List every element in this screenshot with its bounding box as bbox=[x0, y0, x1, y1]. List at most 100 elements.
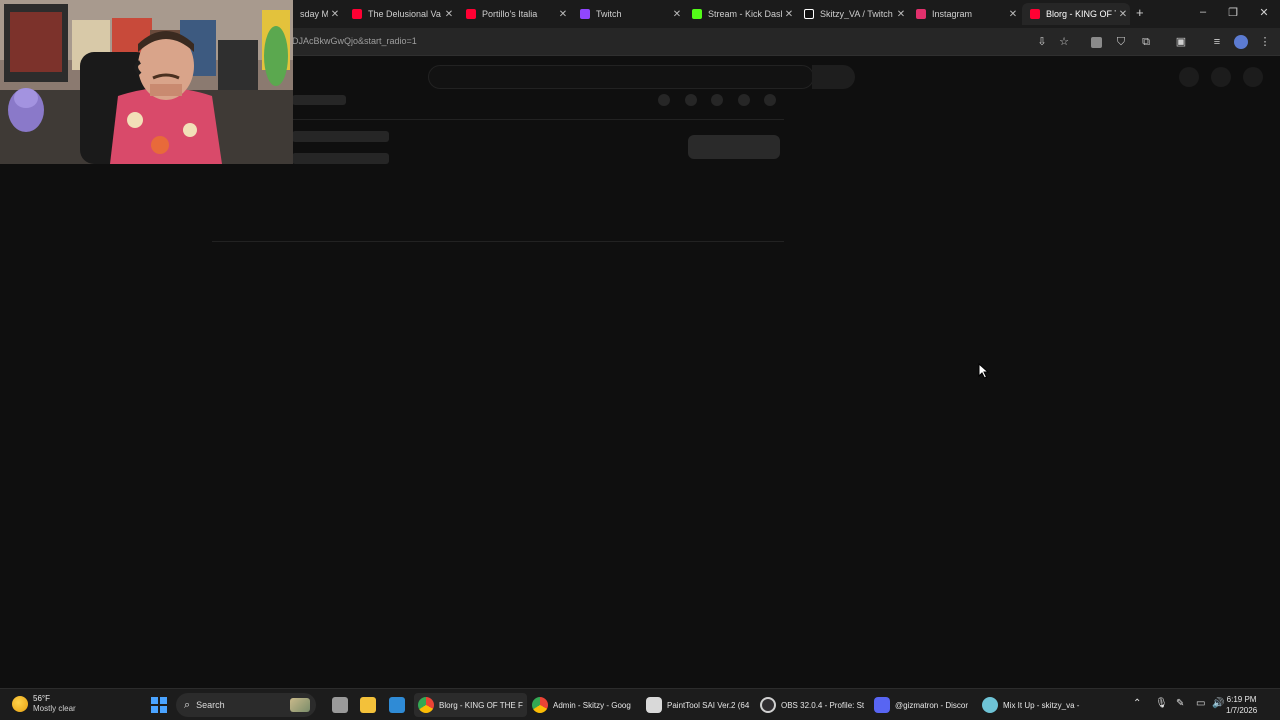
action-icon-placeholder bbox=[658, 94, 670, 106]
tab-5-title: Stream - Kick Dash bbox=[708, 9, 782, 19]
header-icon-placeholder bbox=[1211, 67, 1231, 87]
twitch-icon bbox=[580, 9, 590, 19]
extension-icon[interactable] bbox=[1091, 37, 1102, 48]
file-explorer-icon[interactable] bbox=[360, 697, 376, 713]
tab-6-title: Skitzy_VA / Twitch bbox=[820, 9, 893, 19]
search-highlight-image bbox=[290, 698, 310, 712]
profile-avatar-icon[interactable] bbox=[1234, 35, 1248, 49]
painttool-icon bbox=[646, 697, 662, 713]
minimize-button[interactable]: – bbox=[1193, 6, 1213, 18]
tab-8-active[interactable]: Blorg - KING OF T ✕ bbox=[1022, 3, 1130, 25]
tab-4-title: Twitch bbox=[596, 9, 622, 19]
action-icon-placeholder bbox=[738, 94, 750, 106]
weather-widget[interactable]: 56°F Mostly clear bbox=[12, 694, 76, 714]
tab-3-close-icon[interactable]: ✕ bbox=[556, 9, 570, 20]
taskbar-app-label: Blorg - KING OF THE F bbox=[439, 700, 523, 710]
taskbar-app-obs[interactable]: OBS 32.0.4 - Profile: St bbox=[756, 693, 868, 717]
start-button-windows-icon[interactable] bbox=[151, 697, 167, 713]
mixitup-icon bbox=[982, 697, 998, 713]
taskbar-app-discord[interactable]: @gizmatron - Discor bbox=[870, 693, 972, 717]
youtube-icon bbox=[352, 9, 362, 19]
taskbar-app-painttool[interactable]: PaintTool SAI Ver.2 (64 bbox=[642, 693, 753, 717]
microphone-icon[interactable]: 🎙 bbox=[1155, 698, 1168, 709]
tab-2[interactable]: The Delusional Va ✕ bbox=[344, 3, 456, 25]
header-icon-placeholder bbox=[1243, 67, 1263, 87]
tab-3-title: Portillo's Italia bbox=[482, 9, 538, 19]
tab-8-title: Blorg - KING OF T bbox=[1046, 9, 1116, 19]
system-clock[interactable]: 6:19 PM 1/7/2026 bbox=[1226, 694, 1257, 716]
taskbar-app-chrome-blorg[interactable]: Blorg - KING OF THE F bbox=[414, 693, 527, 717]
restore-button[interactable]: ❐ bbox=[1223, 6, 1243, 19]
tab-5-close-icon[interactable]: ✕ bbox=[782, 9, 796, 20]
taskbar-app-chrome-admin[interactable]: Admin - Skitzy - Goog bbox=[528, 693, 635, 717]
webcam-overlay bbox=[0, 0, 293, 164]
bookmark-star-icon[interactable]: ☆ bbox=[1057, 35, 1071, 49]
chrome-icon bbox=[418, 697, 434, 713]
close-window-button[interactable]: ✕ bbox=[1254, 6, 1274, 19]
shield-extension-icon[interactable]: ⛉ bbox=[1114, 35, 1128, 49]
tab-7-title: Instagram bbox=[932, 9, 973, 19]
taskbar-search[interactable]: ⌕ Search bbox=[176, 693, 316, 717]
search-button-placeholder bbox=[812, 65, 855, 89]
address-bar[interactable]: DJAcBkwGwQjo&start_radio=1 bbox=[292, 36, 417, 46]
action-icon-placeholder bbox=[685, 94, 697, 106]
search-box-placeholder bbox=[428, 65, 814, 89]
title-placeholder bbox=[292, 95, 346, 105]
show-hidden-icons-chevron-up-icon[interactable]: ⌃ bbox=[1133, 698, 1141, 709]
clock-time: 6:19 PM bbox=[1226, 695, 1257, 704]
tab-2-close-icon[interactable]: ✕ bbox=[442, 9, 456, 20]
taskbar-app-mixitup[interactable]: Mix It Up - skitzy_va - bbox=[978, 693, 1083, 717]
clock-date: 1/7/2026 bbox=[1226, 706, 1258, 715]
network-icon[interactable]: ▭ bbox=[1196, 698, 1205, 709]
tab-8-close-icon[interactable]: ✕ bbox=[1116, 9, 1130, 20]
instagram-icon bbox=[916, 9, 926, 19]
divider bbox=[292, 119, 784, 120]
subscribe-button-placeholder bbox=[688, 135, 780, 159]
media-controls-icon[interactable]: ≡ bbox=[1210, 35, 1224, 49]
windows-taskbar: 56°F Mostly clear ⌕ Search Blorg - KING … bbox=[0, 688, 1280, 720]
volume-icon[interactable]: 🔊 bbox=[1212, 698, 1224, 709]
photos-app-icon[interactable] bbox=[389, 697, 405, 713]
webcam-feed-image bbox=[0, 0, 293, 164]
tab-7[interactable]: Instagram ✕ bbox=[908, 3, 1020, 25]
weather-temp: 56°F bbox=[33, 694, 50, 703]
tab-4[interactable]: Twitch ✕ bbox=[572, 3, 684, 25]
tab-5[interactable]: Stream - Kick Dash ✕ bbox=[684, 3, 796, 25]
youtube-icon bbox=[1030, 9, 1040, 19]
install-app-icon[interactable]: ⇩ bbox=[1035, 35, 1049, 49]
new-tab-button[interactable]: + bbox=[1136, 5, 1144, 20]
tab-2-title: The Delusional Va bbox=[368, 9, 441, 19]
taskbar-app-label: Admin - Skitzy - Goog bbox=[553, 700, 631, 710]
tab-4-close-icon[interactable]: ✕ bbox=[670, 9, 684, 20]
tab-6-close-icon[interactable]: ✕ bbox=[894, 9, 908, 20]
side-panel-icon[interactable]: ▣ bbox=[1174, 35, 1188, 49]
channel-name-placeholder bbox=[292, 131, 389, 142]
discord-icon bbox=[874, 697, 890, 713]
tab-3[interactable]: Portillo's Italia ✕ bbox=[458, 3, 570, 25]
channel-info-placeholder bbox=[292, 153, 389, 164]
kick-icon bbox=[692, 9, 702, 19]
task-view-icon[interactable] bbox=[332, 697, 348, 713]
tab-1[interactable]: sday M ✕ bbox=[292, 3, 342, 25]
weather-condition: Mostly clear bbox=[33, 704, 76, 713]
taskbar-app-label: Mix It Up - skitzy_va - bbox=[1003, 700, 1080, 710]
search-icon: ⌕ bbox=[184, 698, 191, 711]
taskbar-app-label: OBS 32.0.4 - Profile: St bbox=[781, 700, 865, 710]
taskbar-app-label: @gizmatron - Discor bbox=[895, 700, 969, 710]
tab-6[interactable]: Skitzy_VA / Twitch ✕ bbox=[796, 3, 908, 25]
divider bbox=[212, 241, 784, 242]
tab-1-close-icon[interactable]: ✕ bbox=[328, 9, 342, 20]
header-icon-placeholder bbox=[1179, 67, 1199, 87]
tiktok-icon bbox=[804, 9, 814, 19]
tab-7-close-icon[interactable]: ✕ bbox=[1006, 9, 1020, 20]
taskbar-search-label: Search bbox=[196, 700, 225, 710]
desktop-screen: sday M ✕ The Delusional Va ✕ Portillo's … bbox=[0, 0, 1280, 720]
weather-moon-icon bbox=[12, 696, 28, 712]
taskbar-app-label: PaintTool SAI Ver.2 (64 bbox=[667, 700, 750, 710]
extensions-puzzle-icon[interactable]: ⧉ bbox=[1139, 35, 1153, 49]
chrome-icon bbox=[532, 697, 548, 713]
menu-kebab-icon[interactable]: ⋮ bbox=[1258, 35, 1272, 49]
pen-icon[interactable]: ✎ bbox=[1176, 698, 1184, 709]
action-icon-placeholder bbox=[711, 94, 723, 106]
tab-1-title: sday M bbox=[300, 9, 328, 19]
